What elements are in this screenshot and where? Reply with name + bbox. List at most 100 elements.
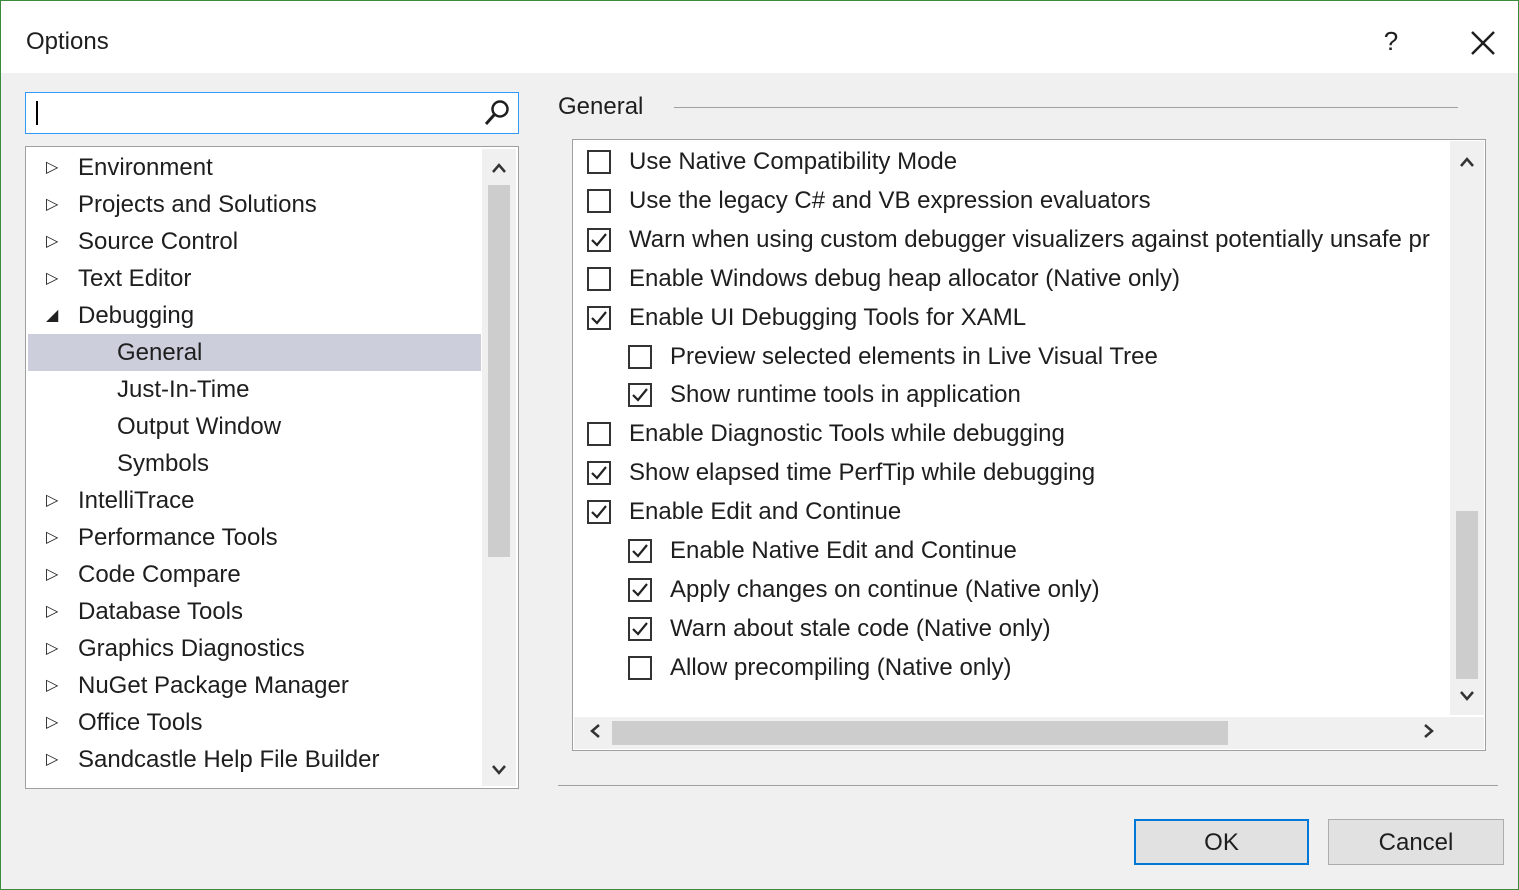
tree-item-label: Text Editor	[78, 265, 192, 292]
tree-item[interactable]: Just-In-Time	[28, 371, 481, 408]
options-vertical-scrollbar[interactable]	[1450, 141, 1484, 715]
collapsed-arrow-icon[interactable]: ▷	[46, 186, 66, 223]
tree-item[interactable]: ▷ Projects and Solutions	[28, 186, 481, 223]
tree-item[interactable]: ▷ Sandcastle Help File Builder	[28, 741, 481, 778]
tree-item[interactable]: ▷ Graphics Diagnostics	[28, 630, 481, 667]
options-hscroll-thumb[interactable]	[612, 721, 1228, 745]
tree-item[interactable]: ▷ Environment	[28, 149, 481, 186]
option-label: Enable UI Debugging Tools for XAML	[629, 303, 1027, 331]
tree-scroll-up-button[interactable]	[482, 153, 516, 183]
option-label: Apply changes on continue (Native only)	[670, 575, 1100, 603]
tree-item-label: Output Window	[117, 413, 282, 440]
checkbox[interactable]	[628, 577, 652, 602]
checkbox[interactable]	[587, 305, 611, 330]
checkmark-icon	[591, 466, 607, 480]
close-button[interactable]	[1463, 23, 1503, 63]
tree-vertical-scrollbar[interactable]	[482, 149, 516, 786]
checkbox[interactable]	[587, 461, 611, 486]
checkbox[interactable]	[628, 655, 652, 680]
checkbox[interactable]	[587, 422, 611, 447]
collapsed-arrow-icon[interactable]: ▷	[46, 482, 66, 519]
tree-item-label: IntelliTrace	[78, 487, 195, 514]
collapsed-arrow-icon[interactable]: ▷	[46, 519, 66, 556]
checkbox[interactable]	[587, 188, 611, 213]
tree-item[interactable]: ▷ Database Tools	[28, 593, 481, 630]
option-label: Use the legacy C# and VB expression eval…	[629, 186, 1151, 214]
tree-item[interactable]: ▷ IntelliTrace	[28, 482, 481, 519]
tree-item-label: NuGet Package Manager	[78, 672, 349, 699]
chevron-left-icon	[590, 724, 600, 738]
collapsed-arrow-icon[interactable]: ▷	[46, 741, 66, 778]
checkbox[interactable]	[587, 227, 611, 252]
options-vscroll-thumb[interactable]	[1456, 511, 1478, 679]
collapsed-arrow-icon[interactable]: ▷	[46, 149, 66, 186]
collapsed-arrow-icon[interactable]: ▷	[46, 556, 66, 593]
tree-item[interactable]: ▷ Performance Tools	[28, 519, 481, 556]
tree-item-label: Graphics Diagnostics	[78, 635, 305, 662]
checkbox[interactable]	[587, 500, 611, 525]
tree-item-label: Database Tools	[78, 598, 243, 625]
tree-scroll-down-button[interactable]	[482, 755, 516, 785]
cancel-button[interactable]: Cancel	[1328, 819, 1504, 865]
footer-divider	[558, 785, 1498, 786]
tree-item[interactable]: ◢ Debugging	[28, 297, 481, 334]
options-scroll-up-button[interactable]	[1450, 147, 1484, 177]
tree-item-label: Projects and Solutions	[78, 191, 317, 218]
checkmark-icon	[632, 388, 648, 403]
checkbox[interactable]	[628, 539, 652, 563]
tree-item[interactable]: ▷ Text Editor	[28, 260, 481, 297]
tree-item[interactable]: General	[28, 334, 481, 371]
chevron-up-icon	[492, 163, 506, 173]
tree-item[interactable]: ▷ Source Control	[28, 223, 481, 260]
option-label: Enable Edit and Continue	[629, 498, 902, 526]
options-panel: Use Native Compatibility Mode Use the leg…	[572, 139, 1486, 751]
tree-item[interactable]: Output Window	[28, 408, 481, 445]
tree-scroll-thumb[interactable]	[488, 185, 510, 557]
section-divider	[674, 107, 1458, 108]
options-dialog: Options ? ▷ Environment ▷ Projects and Solu…	[0, 0, 1519, 890]
checkbox[interactable]	[628, 383, 652, 408]
checkbox[interactable]	[587, 266, 611, 291]
checkbox[interactable]	[628, 344, 652, 369]
collapsed-arrow-icon[interactable]: ▷	[46, 630, 66, 667]
tree-item[interactable]: ▷ Code Compare	[28, 556, 481, 593]
checkmark-icon	[591, 233, 607, 247]
search-input[interactable]	[40, 99, 474, 129]
option-label: Show runtime tools in application	[670, 381, 1021, 409]
tree-item-label: Performance Tools	[78, 524, 278, 551]
search-box[interactable]	[25, 92, 519, 134]
option-label: Warn about stale code (Native only)	[670, 614, 1051, 642]
collapsed-arrow-icon[interactable]: ▷	[46, 260, 66, 297]
tree-item-label: Sandcastle Help File Builder	[78, 746, 380, 773]
collapsed-arrow-icon[interactable]: ▷	[46, 223, 66, 260]
checkmark-icon	[632, 622, 648, 636]
help-button[interactable]: ?	[1373, 23, 1409, 59]
checkmark-icon	[591, 505, 607, 519]
options-tree[interactable]: ▷ Environment ▷ Projects and Solutions ▷ Sour…	[25, 146, 519, 789]
checkbox[interactable]	[628, 616, 652, 641]
tree-item-label: Code Compare	[78, 561, 241, 588]
option-label: Warn when using custom debugger visualiz…	[629, 225, 1430, 253]
tree-item-label: Office Tools	[78, 709, 203, 736]
chevron-right-icon	[1424, 724, 1434, 738]
ok-button[interactable]: OK	[1134, 819, 1309, 865]
close-icon	[1471, 31, 1495, 55]
options-horizontal-scrollbar[interactable]	[574, 717, 1450, 749]
dialog-title: Options	[26, 28, 109, 55]
tree-item[interactable]: Symbols	[28, 445, 481, 482]
tree-item[interactable]: ▷ NuGet Package Manager	[28, 667, 481, 704]
expanded-arrow-icon[interactable]: ◢	[46, 297, 66, 334]
search-icon[interactable]	[482, 98, 512, 128]
section-title: General	[558, 93, 644, 120]
options-scroll-right-button[interactable]	[1412, 718, 1446, 748]
options-scroll-left-button[interactable]	[578, 718, 612, 748]
checkbox[interactable]	[587, 150, 611, 174]
tree-item[interactable]: ▷ Office Tools	[28, 704, 481, 741]
collapsed-arrow-icon[interactable]: ▷	[46, 704, 66, 741]
tree-item-label: Debugging	[78, 302, 195, 329]
tree-item-label: Environment	[78, 154, 213, 181]
text-caret	[36, 101, 38, 125]
collapsed-arrow-icon[interactable]: ▷	[46, 593, 66, 630]
options-scroll-down-button[interactable]	[1450, 681, 1484, 711]
collapsed-arrow-icon[interactable]: ▷	[46, 667, 66, 704]
